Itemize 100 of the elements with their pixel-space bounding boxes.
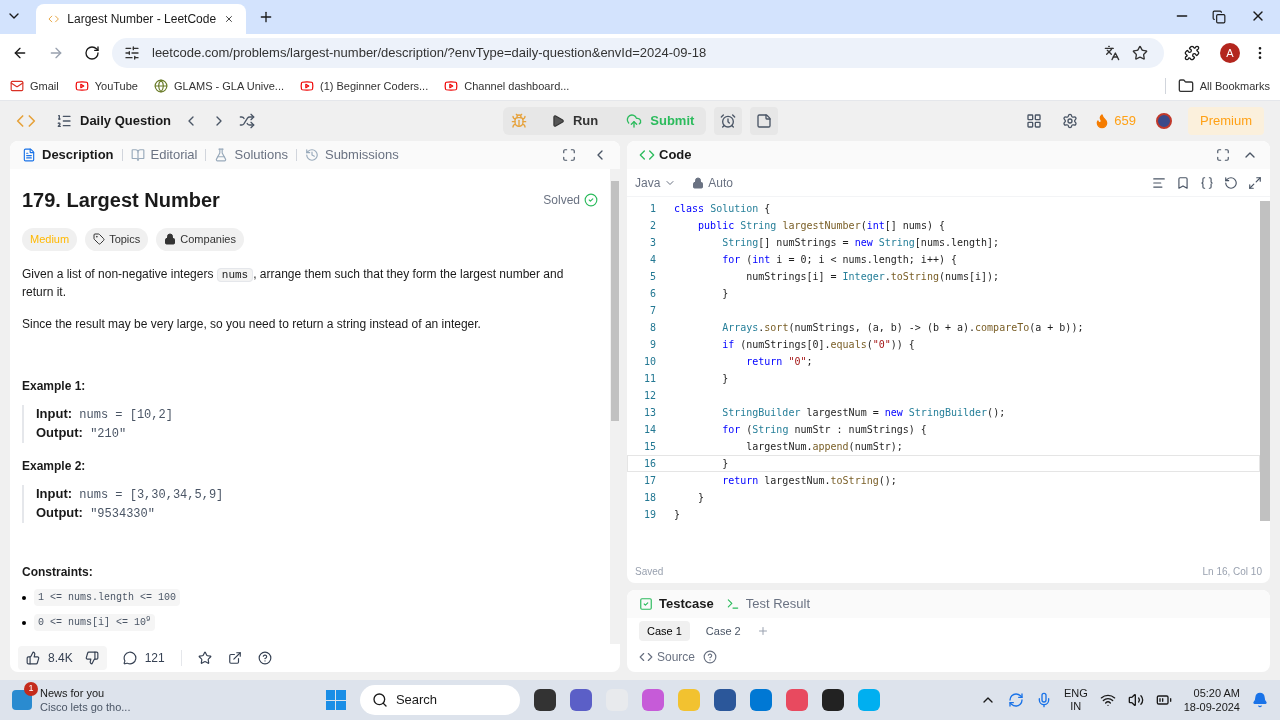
run-button[interactable]: Run: [539, 107, 611, 135]
line-number: 6: [648, 287, 657, 301]
browser-tab[interactable]: Largest Number - LeetCode: [36, 4, 246, 34]
panel-tab[interactable]: Description: [22, 145, 114, 165]
line-number: 5: [648, 270, 657, 284]
wifi-icon[interactable]: [1099, 692, 1116, 708]
taskbar-app-icon[interactable]: [533, 689, 556, 711]
line-number: 3: [648, 236, 657, 250]
profile-avatar[interactable]: A: [1220, 43, 1240, 63]
address-bar[interactable]: leetcode.com/problems/largest-number/description/?envType=daily-question&envId=2024-09-18: [112, 38, 1164, 68]
sync-icon[interactable]: [1007, 692, 1024, 708]
panel-tab[interactable]: Test Result: [725, 594, 810, 614]
taskbar-app-icon[interactable]: [821, 689, 844, 711]
problem-tag[interactable]: Companies: [156, 228, 244, 251]
line-number: 8: [648, 321, 657, 335]
checkbox-icon: [639, 597, 653, 611]
bookmark[interactable]: GLAMS - GLA Unive...: [153, 77, 284, 95]
bookmark-star-icon[interactable]: [1132, 45, 1148, 61]
note-icon: [756, 113, 773, 129]
bookmark-icon[interactable]: [1176, 175, 1190, 190]
panel-tab[interactable]: Testcase: [639, 594, 714, 614]
all-bookmarks[interactable]: All Bookmarks: [1164, 77, 1270, 95]
constraint-text: 0 <= nums[i] <= 10$^{9}$: [34, 614, 155, 631]
bookmark-icon: [444, 79, 459, 93]
scrollbar[interactable]: [610, 169, 620, 644]
taskbar-search[interactable]: Search: [359, 685, 520, 715]
bullet-icon: [22, 595, 26, 600]
favorite-icon[interactable]: [197, 651, 212, 665]
line-number: 4: [648, 253, 657, 267]
case-tab[interactable]: Case 2: [697, 620, 749, 642]
problem-tag[interactable]: Topics: [85, 228, 149, 251]
taskbar-app-icon[interactable]: [713, 689, 736, 711]
cursor-position: Ln 16, Col 10: [1202, 564, 1262, 579]
constraint-text: 1 <= nums.length <= 100: [34, 589, 181, 606]
constraints-title: Constraints:: [22, 564, 94, 581]
problem-statement: Given a list of non-negative integers nums , arrange them such that they form the largest number and return it.: [22, 265, 565, 301]
fullscreen-icon[interactable]: [562, 148, 576, 162]
bullet-icon: [22, 620, 26, 625]
line-number: 2: [648, 219, 657, 233]
problem-list-title[interactable]: Daily Question: [80, 111, 172, 131]
volume-icon[interactable]: [1127, 692, 1144, 708]
language-select[interactable]: Java: [635, 173, 677, 192]
list-icon[interactable]: [56, 113, 72, 129]
line-number: 11: [642, 372, 657, 386]
panel-tab[interactable]: Solutions: [214, 145, 288, 165]
layout-icon[interactable]: [1026, 113, 1043, 129]
bookmark[interactable]: Channel dashboard...: [444, 77, 570, 95]
like-button[interactable]: 8.4K: [18, 646, 107, 670]
user-avatar[interactable]: [1156, 113, 1172, 129]
example-output-text: Output: "210": [36, 424, 128, 443]
notifications-icon[interactable]: [1252, 692, 1268, 708]
code-icon: [639, 147, 655, 163]
help-icon[interactable]: [703, 650, 718, 664]
notification-badge: 1: [24, 682, 38, 696]
translate-icon[interactable]: [1104, 45, 1120, 61]
case-tab[interactable]: Case 1: [639, 620, 690, 642]
terminal-icon: [725, 597, 740, 611]
new-tab-icon[interactable]: [258, 9, 274, 25]
fullscreen-icon[interactable]: [1216, 148, 1230, 162]
shuffle-icon[interactable]: [239, 113, 256, 129]
reload-icon[interactable]: [84, 45, 100, 61]
language-indicator[interactable]: ENG IN: [1063, 687, 1088, 713]
news-text: Cisco lets go tho...: [40, 700, 131, 714]
help-icon[interactable]: [257, 651, 272, 665]
check-icon: [584, 193, 598, 207]
panel-tab[interactable]: Submissions: [304, 145, 399, 165]
format-icon[interactable]: [1152, 175, 1166, 190]
braces-icon[interactable]: [1200, 175, 1214, 190]
search-icon: [371, 692, 388, 708]
thumbs-down-icon[interactable]: [84, 651, 99, 665]
news-title: News for you: [40, 686, 106, 700]
reset-icon[interactable]: [1224, 175, 1238, 190]
battery-icon[interactable]: [1155, 692, 1172, 708]
source-link[interactable]: Source: [639, 648, 696, 666]
bookmark[interactable]: (1) Beginner Coders...: [300, 77, 429, 95]
panel-tab[interactable]: Editorial: [130, 145, 198, 165]
clock[interactable]: 05:20 AM 18-09-2024: [1183, 686, 1240, 714]
comments-button[interactable]: 121: [122, 649, 165, 667]
code-line: if (numStrings[0].equals("0")) {: [721, 338, 915, 352]
timer-button[interactable]: [714, 107, 743, 135]
start-icon[interactable]: [325, 690, 346, 710]
share-icon[interactable]: [227, 651, 242, 665]
settings-icon[interactable]: [1062, 113, 1079, 129]
line-number: 9: [648, 338, 657, 352]
code-line: }: [721, 457, 729, 471]
extensions-icon[interactable]: [1184, 45, 1200, 61]
back-icon[interactable]: [12, 45, 28, 61]
bookmark[interactable]: Gmail: [10, 77, 59, 95]
notes-button[interactable]: [750, 107, 779, 135]
bookmark[interactable]: YouTube: [74, 77, 138, 95]
comment-icon: [122, 651, 137, 665]
expand-icon[interactable]: [1248, 175, 1262, 190]
bookmark-icon: [300, 79, 314, 93]
restore-icon[interactable]: [1212, 10, 1226, 24]
line-number: 10: [642, 355, 657, 369]
tag-icon: [93, 233, 106, 246]
code-line: return "0";: [745, 355, 813, 369]
bookmark-icon: [153, 79, 168, 93]
code-tab[interactable]: Code: [639, 145, 692, 165]
tab-icon: [130, 148, 145, 162]
